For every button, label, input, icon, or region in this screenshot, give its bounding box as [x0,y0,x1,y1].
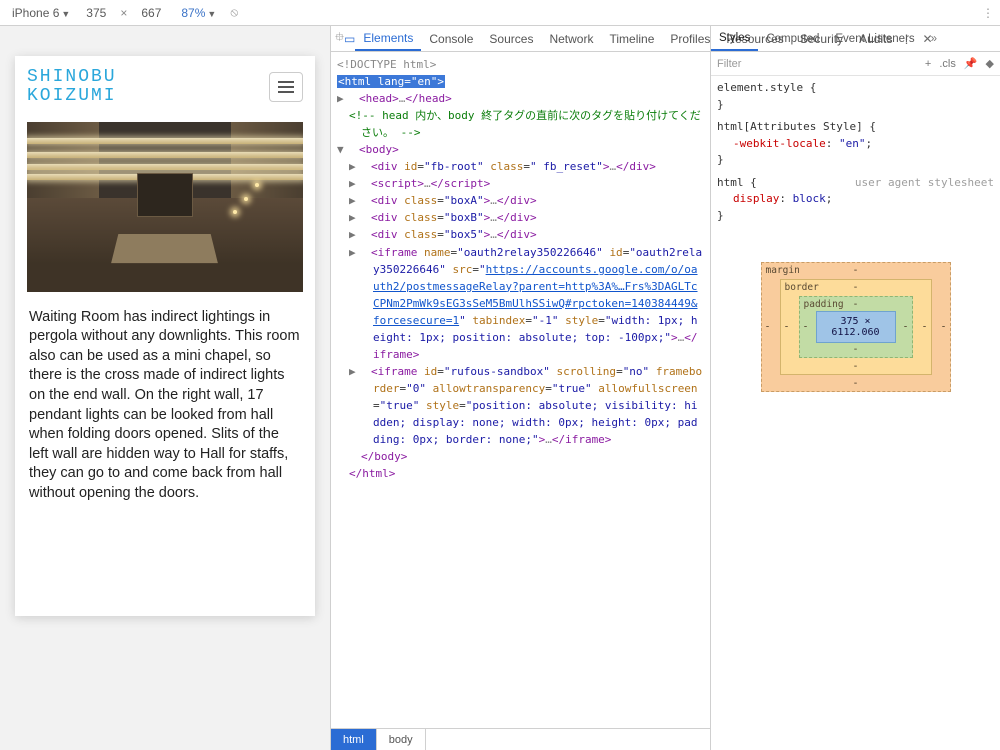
style-rules: element.style { } html[Attributes Style]… [711,76,1000,234]
article-body: Waiting Room has indirect lightings in p… [15,308,315,518]
dom-boxB[interactable]: ▶<div class="boxB">…</div> [361,209,704,226]
emulated-viewport: SHINOBU KOIZUMI Waiting Room has indirec… [0,26,330,750]
dom-fb-root[interactable]: ▶<div id="fb-root" class=" fb_reset">…</… [361,158,704,175]
dom-iframe-rufous[interactable]: ▶<iframe id="rufous-sandbox" scrolling="… [361,363,704,448]
rule-html-ua[interactable]: user agent stylesheet html { display: bl… [717,175,994,225]
tab-timeline[interactable]: Timeline [601,26,662,51]
hamburger-menu-button[interactable] [269,72,303,102]
device-toolbar: iPhone 6▼ 375 × 667 87%▼ ⦸ ⋮ [0,0,1000,26]
zoom-selector[interactable]: 87%▼ [181,6,216,20]
more-tabs-icon[interactable]: » [923,33,945,45]
device-menu-icon[interactable]: ⋮ [982,6,994,20]
styles-filter-row: Filter + .cls 📌 ◆ [711,52,1000,76]
breadcrumb: html body [331,728,710,750]
inspect-icon[interactable]: ⯐ [335,28,344,49]
rule-element-style[interactable]: element.style { } [717,80,994,113]
devtools-tabbar: ⯐ ▭ Elements Console Sources Network Tim… [331,26,710,52]
tab-elements[interactable]: Elements [355,26,421,51]
pin-icon[interactable]: 📌 [964,57,978,70]
elements-panel: ⯐ ▭ Elements Console Sources Network Tim… [330,26,710,750]
dom-comment[interactable]: <!-- head 内か、body 終了タグの直前に次のタグを貼り付けてください… [349,107,704,141]
tab-network[interactable]: Network [541,26,601,51]
dom-html-close[interactable]: </html> [349,465,704,482]
add-rule-icon[interactable]: + [925,58,931,70]
filter-input[interactable]: Filter [717,58,741,70]
hover-icon[interactable]: ◆ [986,57,994,70]
dom-body-open[interactable]: ▼<body> [349,141,704,158]
box-model-content: 375 × 6112.060 [816,311,896,343]
dom-head[interactable]: ▶<head>…</head> [349,90,704,107]
crumb-body[interactable]: body [377,729,426,750]
dom-body-close[interactable]: </body> [361,448,704,465]
dom-tree[interactable]: <!DOCTYPE html> <html lang="en"> ▶<head>… [331,52,710,728]
styles-tabbar: Styles Computed Event Listeners » [711,26,1000,52]
dom-boxA[interactable]: ▶<div class="boxA">…</div> [361,192,704,209]
dom-doctype[interactable]: <!DOCTYPE html> [337,56,704,73]
dom-iframe-oauth[interactable]: ▶<iframe name="oauth2relay350226646" id=… [361,244,704,363]
crumb-html[interactable]: html [331,729,377,750]
viewport-width[interactable]: 375 [86,6,106,20]
styles-panel: Styles Computed Event Listeners » Filter… [710,26,1000,750]
viewport-height[interactable]: 667 [141,6,161,20]
dom-box5[interactable]: ▶<div class="box5">…</div> [361,226,704,243]
dimension-separator: × [120,6,127,20]
tab-console[interactable]: Console [421,26,481,51]
tab-styles[interactable]: Styles [711,26,758,51]
tab-sources[interactable]: Sources [481,26,541,51]
dom-script[interactable]: ▶<script>…</script> [361,175,704,192]
device-selector[interactable]: iPhone 6▼ [12,6,70,20]
hero-image [27,122,303,292]
tab-event-listeners[interactable]: Event Listeners [827,26,922,51]
cls-toggle[interactable]: .cls [939,58,956,70]
tab-computed[interactable]: Computed [758,26,827,51]
device-mode-icon[interactable]: ▭ [344,32,355,46]
site-logo[interactable]: SHINOBU KOIZUMI [27,68,117,106]
box-model-diagram[interactable]: margin - - - - border - - - - padding - … [761,262,951,392]
rule-html-attr[interactable]: html[Attributes Style] { -webkit-locale:… [717,119,994,169]
rotate-icon[interactable]: ⦸ [230,5,238,20]
phone-frame: SHINOBU KOIZUMI Waiting Room has indirec… [15,56,315,616]
dom-html-open[interactable]: <html lang="en"> [337,73,704,90]
